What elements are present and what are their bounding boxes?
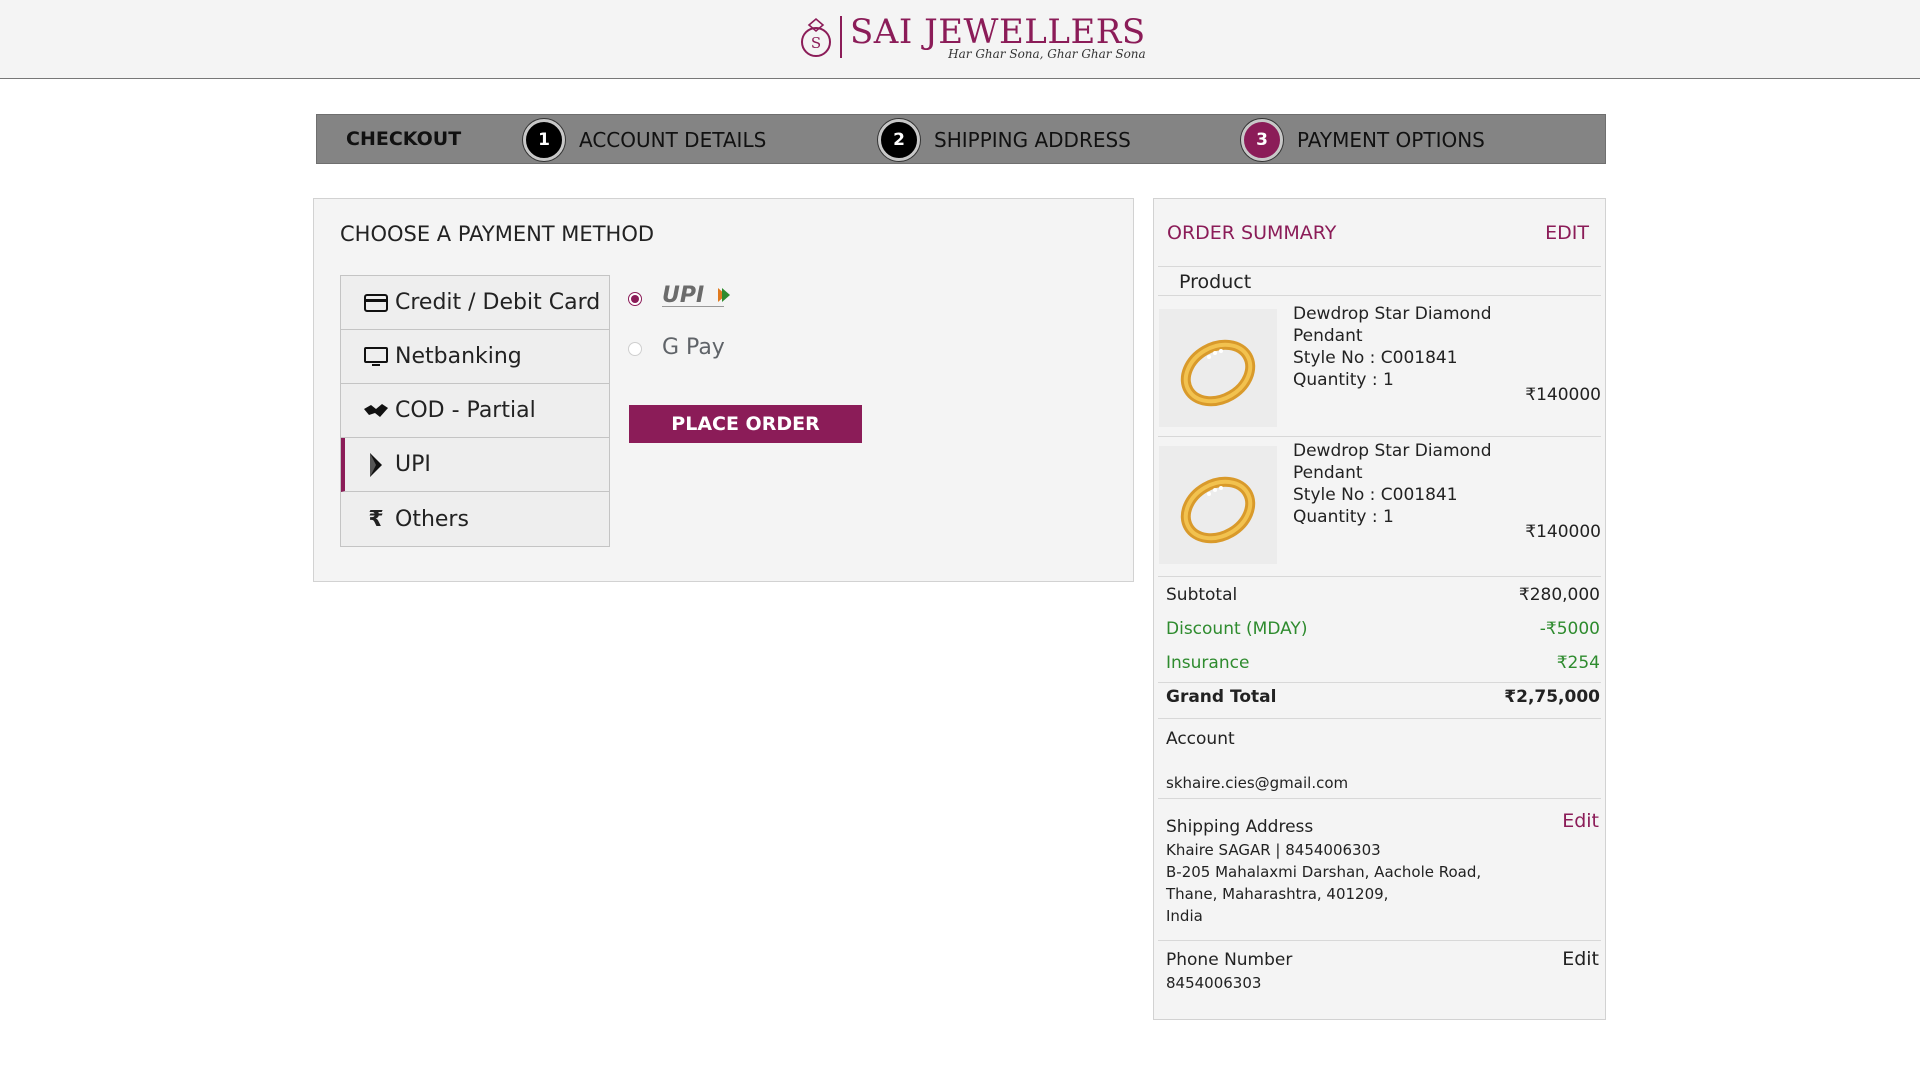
order-summary-title: ORDER SUMMARY [1167,222,1337,244]
upi-app-options: UPI G Pay [628,282,732,384]
product-name: Dewdrop Star Diamond Pendant [1293,304,1492,346]
grand-total-value: ₹2,75,000 [1504,687,1600,707]
brand-name: SAI JEWELLERS [850,12,1146,52]
phone-number-value: 8454006303 [1166,974,1262,992]
step-account-details[interactable]: 1 ACCOUNT DETAILS [523,119,766,161]
monitor-icon [363,344,389,370]
divider [1158,266,1601,267]
upi-icon [363,452,389,478]
product-style: Style No : C001841 [1293,485,1458,505]
step-shipping-address[interactable]: 2 SHIPPING ADDRESS [878,119,1131,161]
method-credit-debit-card[interactable]: Credit / Debit Card [341,276,609,330]
shipping-line: Thane, Maharashtra, 401209, [1166,885,1389,903]
product-image[interactable] [1159,446,1277,564]
product-price: ₹140000 [1525,385,1601,405]
method-others[interactable]: ₹ Others [341,492,609,546]
divider [1158,798,1601,799]
step-payment-options[interactable]: 3 PAYMENT OPTIONS [1241,119,1485,161]
divider [1158,718,1601,719]
divider [1158,940,1601,941]
step-label: SHIPPING ADDRESS [934,128,1131,152]
gpay-option[interactable]: G Pay [628,334,732,364]
shipping-address-block: Khaire SAGAR | 8454006303 B-205 Mahalaxm… [1166,839,1481,927]
svg-text:G Pay: G Pay [662,335,725,360]
divider [1158,682,1601,683]
shipping-edit-link[interactable]: Edit [1562,810,1599,832]
product-item: Dewdrop Star Diamond Pendant Style No : … [1159,440,1601,564]
gpay-logo-icon: G Pay [662,332,732,366]
discount-value: -₹5000 [1539,619,1600,639]
checkout-title: CHECKOUT [346,128,462,150]
method-netbanking[interactable]: Netbanking [341,330,609,384]
product-column-header: Product [1179,271,1252,293]
method-upi[interactable]: UPI [341,438,609,492]
product-price: ₹140000 [1525,522,1601,542]
step-label: PAYMENT OPTIONS [1297,128,1485,152]
method-label: Credit / Debit Card [395,290,601,315]
step-number: 3 [1241,119,1283,161]
method-label: Others [395,506,469,532]
method-label: COD - Partial [395,398,536,423]
brand-tagline: Har Ghar Sona, Ghar Ghar Sona [948,47,1146,61]
shipping-line: B-205 Mahalaxmi Darshan, Aachole Road, [1166,863,1482,881]
shipping-name: Khaire SAGAR | 8454006303 [1166,841,1381,859]
step-number: 2 [878,119,920,161]
insurance-row: Insurance ₹254 [1166,653,1600,673]
payment-panel: CHOOSE A PAYMENT METHOD Credit / Debit C… [313,198,1134,582]
divider [1158,576,1601,577]
step-label: ACCOUNT DETAILS [579,128,767,152]
order-summary: ORDER SUMMARY EDIT Product Dewdrop Star … [1153,198,1606,1020]
credit-card-icon [363,290,389,316]
product-image[interactable] [1159,309,1277,427]
phone-edit-link[interactable]: Edit [1562,948,1599,970]
shipping-address-label: Shipping Address [1166,817,1314,837]
divider [1158,295,1601,296]
step-number: 1 [523,119,565,161]
order-summary-edit-link[interactable]: EDIT [1545,222,1589,244]
method-cod-partial[interactable]: COD - Partial [341,384,609,438]
subtotal-value: ₹280,000 [1518,585,1600,605]
place-order-button[interactable]: PLACE ORDER [629,405,862,443]
method-label: UPI [395,452,431,477]
product-quantity: Quantity : 1 [1293,370,1394,390]
phone-number-label: Phone Number [1166,950,1293,970]
account-label: Account [1166,729,1235,749]
ring-logo-icon: S [798,15,834,59]
upi-radio[interactable] [628,292,642,306]
site-header: S SAI JEWELLERS Har Ghar Sona, Ghar Ghar… [0,0,1920,79]
payment-method-list: Credit / Debit Card Netbanking COD - Par… [340,275,610,547]
grand-total-label: Grand Total [1166,687,1277,707]
product-quantity: Quantity : 1 [1293,507,1394,527]
subtotal-row: Subtotal ₹280,000 [1166,585,1600,605]
product-name: Dewdrop Star Diamond Pendant [1293,441,1492,483]
handshake-icon [363,398,389,424]
svg-text:UPI: UPI [662,283,704,308]
method-label: Netbanking [395,344,522,369]
insurance-value: ₹254 [1556,653,1600,673]
discount-label: Discount (MDAY) [1166,619,1308,639]
upi-logo-icon: UPI [662,282,732,316]
divider [1158,436,1601,437]
upi-option[interactable]: UPI [628,282,732,316]
gpay-radio[interactable] [628,342,642,356]
product-style: Style No : C001841 [1293,348,1458,368]
shipping-line: India [1166,907,1203,925]
grand-total-row: Grand Total ₹2,75,000 [1166,687,1600,707]
checkout-stepper: CHECKOUT 1 ACCOUNT DETAILS 2 SHIPPING AD… [316,114,1606,164]
account-email: skhaire.cies@gmail.com [1166,774,1349,792]
svg-text:S: S [811,34,821,52]
discount-row: Discount (MDAY) -₹5000 [1166,619,1600,639]
insurance-label: Insurance [1166,653,1250,673]
rupee-icon: ₹ [368,506,384,532]
subtotal-label: Subtotal [1166,585,1238,605]
payment-title: CHOOSE A PAYMENT METHOD [340,222,655,246]
logo-divider [840,16,842,58]
product-item: Dewdrop Star Diamond Pendant Style No : … [1159,303,1601,427]
brand-logo[interactable]: S SAI JEWELLERS Har Ghar Sona, Ghar Ghar… [798,12,1146,62]
